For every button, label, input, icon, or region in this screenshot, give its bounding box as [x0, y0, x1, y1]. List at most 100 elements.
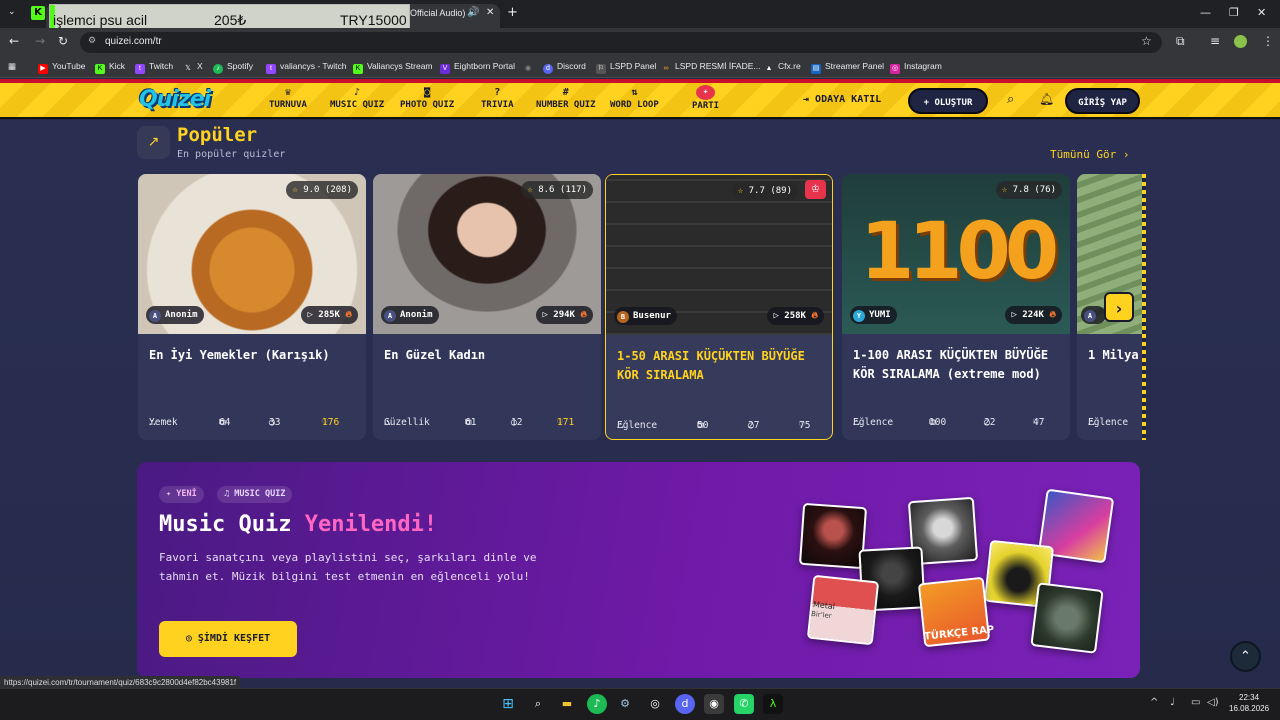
minimize-icon[interactable]: — [1200, 6, 1211, 19]
bookmark-lspd-resmi[interactable]: ∞ LSPD RESMİ İFADE... [661, 61, 761, 74]
author-badge[interactable]: A [1081, 306, 1106, 324]
new-tab-button[interactable]: + [507, 5, 518, 20]
quiz-title[interactable]: 1 Milya yaparsı [1088, 346, 1144, 365]
extensions-icon[interactable]: ⧉ [1176, 34, 1185, 49]
app-icon[interactable]: ◎ [645, 694, 665, 714]
bell-icon[interactable]: 🔔︎ [1039, 92, 1054, 106]
apps-icon[interactable]: ▦ [8, 61, 16, 72]
create-button[interactable]: + OLUŞTUR [908, 88, 988, 114]
browser-menu-icon[interactable]: ⋮ [1262, 34, 1274, 48]
avatar: A [384, 310, 396, 322]
volume-icon[interactable]: ◁) [1207, 697, 1219, 708]
profile-avatar[interactable] [1234, 35, 1247, 48]
back-icon[interactable]: ← [9, 34, 19, 48]
steam-icon[interactable]: ⚙ [615, 694, 635, 714]
app-icon[interactable]: λ [763, 694, 783, 714]
site-info-icon[interactable]: ⚙ [88, 36, 96, 46]
bookmark-twitch[interactable]: t Twitch [135, 61, 173, 74]
nav-turnuva[interactable]: ♛ TURNUVA [269, 87, 307, 110]
join-room-button[interactable]: ⇥ ODAYA KATIL [803, 94, 881, 105]
lspd-icon: ⚐ [596, 64, 606, 74]
tab-audio-icon[interactable]: 🔊 [467, 7, 479, 18]
bookmark-spotify[interactable]: ♪ Spotify [213, 61, 253, 74]
twitch-icon: t [135, 64, 145, 74]
nav-number-quiz[interactable]: # NUMBER QUIZ [536, 87, 596, 110]
window-close-icon[interactable]: ✕ [1257, 6, 1266, 19]
star-icon: ☆ [292, 185, 298, 195]
forward-icon[interactable]: → [35, 34, 45, 48]
author-badge[interactable]: B Busenur [614, 307, 677, 325]
search-icon[interactable]: ⌕ [1007, 92, 1014, 107]
album-cover [1030, 582, 1104, 654]
bookmark-eightborn[interactable]: V Eightborn Portal [440, 61, 515, 74]
media-control-icon[interactable]: ≡ [1210, 34, 1220, 48]
chrome-icon[interactable]: ◉ [704, 694, 724, 714]
quizei-logo[interactable]: Quizei [139, 87, 211, 112]
bookmark-x[interactable]: 𝕏X [183, 61, 203, 74]
nav-parti[interactable]: ✦ PARTI [692, 85, 719, 111]
bookmark-cfx[interactable]: ▲ Cfx.re [764, 61, 801, 74]
quiz-title[interactable]: En Güzel Kadın [384, 346, 594, 365]
quiz-card[interactable]: ☆ 8.6 (117) A Anonim ▷ 294K 🔥︎ En Güzel K… [373, 174, 601, 440]
enter-icon: ⇥ [803, 94, 816, 105]
scroll-to-top-button[interactable]: ⌃ [1230, 641, 1261, 672]
bookmark-valiancys-stream[interactable]: K Valiancys Stream [353, 61, 433, 74]
nav-trivia[interactable]: ? TRIVIA [481, 87, 514, 110]
nav-photo-quiz[interactable]: ◙ PHOTO QUIZ [400, 87, 454, 110]
quiz-card[interactable]: ☆ 9.0 (208) A Anonim ▷ 285K 🔥︎ En İyi Yem… [138, 174, 366, 440]
bookmark-instagram[interactable]: ◎ Instagram [890, 61, 942, 74]
bookmark-camera[interactable]: ◉ [523, 61, 537, 74]
music-quiz-badge: ♫ MUSIC QUIZ [217, 486, 293, 503]
author-badge[interactable]: Y YUMI [850, 306, 897, 324]
quiz-title[interactable]: En İyi Yemekler (Karışık) [149, 346, 359, 365]
popular-title: Popüler [177, 124, 258, 146]
album-cover [798, 502, 868, 570]
fire-icon: 🔥︎ [811, 311, 818, 321]
play-count-badge: ▷ 285K 🔥︎ [301, 306, 358, 324]
discover-button[interactable]: ◎ ŞİMDİ KEŞFET [159, 621, 297, 657]
url-text[interactable]: quizei.com/tr [105, 36, 162, 47]
quiz-card-hovered[interactable]: ♔ ☆ 7.7 (89) B Busenur ▷ 258K 🔥︎ 1-50 ARA… [605, 174, 833, 440]
reload-icon[interactable]: ↻ [58, 34, 68, 48]
microphone-icon[interactable]: ♩ [1170, 697, 1175, 708]
quiz-card[interactable]: 1100 ☆ 7.8 (76) Y YUMI ▷ 224K 🔥︎ 1-100 AR… [842, 174, 1070, 440]
fire-icon: 🔥︎ [345, 310, 352, 320]
address-bar[interactable] [80, 32, 1162, 53]
fire-icon: 🔥︎ [580, 310, 587, 320]
tab-close-icon[interactable]: ✕ [486, 7, 494, 18]
restore-icon[interactable]: ❐ [1229, 6, 1239, 19]
author-badge[interactable]: A Anonim [381, 306, 439, 324]
link-icon: ∞ [663, 65, 669, 72]
nav-word-loop[interactable]: ⇅ WORD LOOP [610, 87, 659, 110]
spotify-icon[interactable]: ♪ [587, 694, 607, 714]
bookmark-kick[interactable]: K Kick [95, 61, 125, 74]
taskbar-clock[interactable]: 22:34 16.08.2026 [1229, 692, 1269, 714]
author-badge[interactable]: A Anonim [146, 306, 204, 324]
star-icon: ☆ [737, 186, 744, 196]
bookmark-youtube[interactable]: ▶ YouTube [38, 61, 85, 74]
bookmark-streamer-panel[interactable]: ▤ Streamer Panel [811, 61, 884, 74]
trending-icon: ↗ [137, 126, 170, 159]
bookmark-lspd-panel[interactable]: ⚐ LSPD Panel [596, 61, 656, 74]
discord-icon[interactable]: d [675, 694, 695, 714]
banner-title: Music Quiz Yenilendi! [159, 512, 438, 537]
file-explorer-icon[interactable]: ▬ [557, 694, 577, 714]
tray-overflow-icon[interactable]: ^ [1150, 697, 1158, 708]
login-button[interactable]: GİRİŞ YAP [1065, 88, 1140, 114]
cfx-icon: ▲ [765, 65, 773, 72]
tab-search-icon[interactable]: ⌄ [8, 7, 16, 17]
trophy-icon: ♛ [284, 87, 291, 98]
network-icon[interactable]: ▭ [1191, 697, 1200, 708]
quiz-title[interactable]: 1-50 ARASI KÜÇÜKTEN BÜYÜĞE KÖR SIRALAMA [617, 347, 827, 385]
bookmark-star-icon[interactable]: ☆ [1141, 34, 1152, 48]
windows-start-icon[interactable]: ⊞ [498, 694, 518, 714]
nav-music-quiz[interactable]: ♪ MUSIC QUIZ [330, 87, 384, 110]
search-icon[interactable]: ⌕ [528, 694, 548, 714]
whatsapp-icon[interactable]: ✆ [734, 694, 754, 714]
carousel-next-button[interactable]: › [1104, 292, 1134, 322]
instagram-icon: ◎ [890, 64, 900, 74]
bookmark-valiancys-twitch[interactable]: t valiancys - Twitch [266, 61, 346, 74]
quiz-title[interactable]: 1-100 ARASI KÜÇÜKTEN BÜYÜĞE KÖR SIRALAMA… [853, 346, 1063, 384]
see-all-link[interactable]: Tümünü Gör › [1050, 148, 1129, 161]
bookmark-discord[interactable]: d Discord [543, 61, 586, 74]
